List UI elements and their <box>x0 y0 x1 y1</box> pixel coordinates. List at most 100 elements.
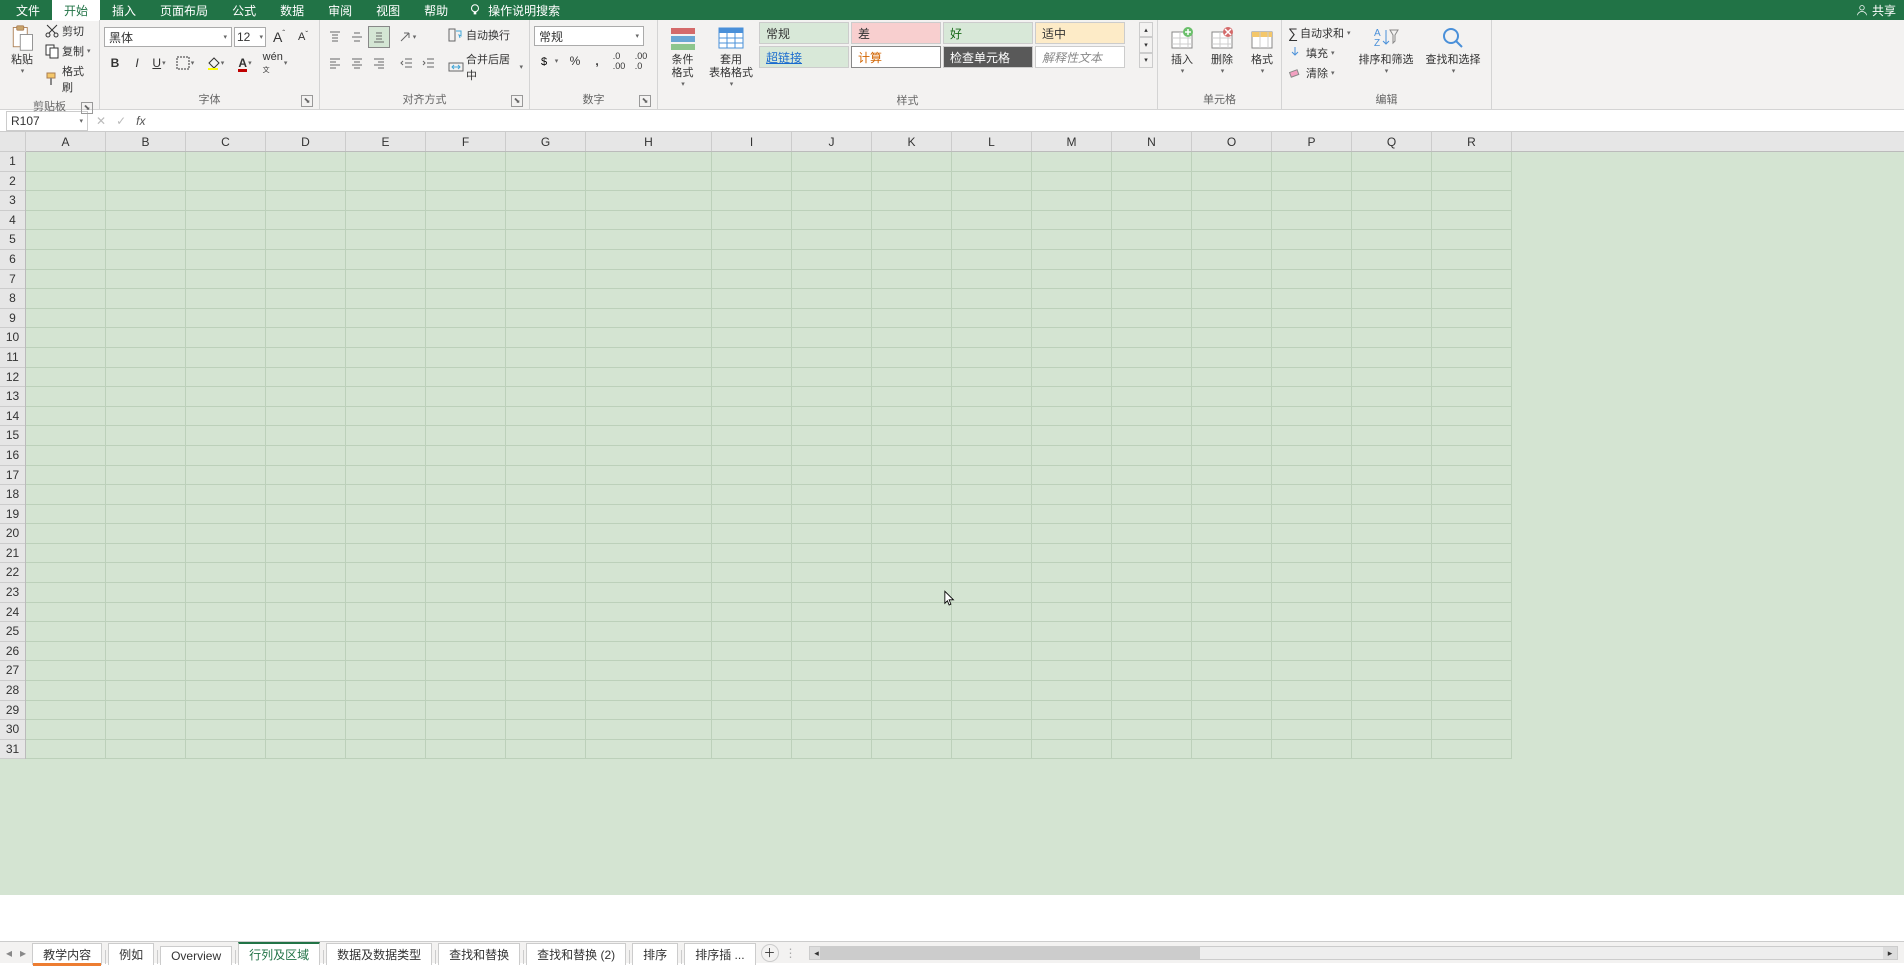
cell[interactable] <box>792 466 872 486</box>
cell[interactable] <box>506 701 586 721</box>
cell[interactable] <box>506 563 586 583</box>
cell[interactable] <box>1032 407 1112 427</box>
cell[interactable] <box>1112 309 1192 329</box>
cell[interactable] <box>426 211 506 231</box>
cell[interactable] <box>952 172 1032 192</box>
cell[interactable] <box>1112 446 1192 466</box>
cell[interactable] <box>26 328 106 348</box>
cell[interactable] <box>426 426 506 446</box>
cell[interactable] <box>792 446 872 466</box>
cell[interactable] <box>586 720 712 740</box>
cell[interactable] <box>106 250 186 270</box>
cell[interactable] <box>586 485 712 505</box>
cell[interactable] <box>792 191 872 211</box>
cell[interactable] <box>26 446 106 466</box>
cell[interactable] <box>952 466 1032 486</box>
cell[interactable] <box>506 289 586 309</box>
cell[interactable] <box>266 563 346 583</box>
cell[interactable] <box>792 720 872 740</box>
cell[interactable] <box>1112 407 1192 427</box>
chevron-up-icon[interactable]: ▴ <box>1139 22 1153 37</box>
cell[interactable] <box>586 172 712 192</box>
cell[interactable] <box>426 583 506 603</box>
select-all-corner[interactable] <box>0 132 26 152</box>
cell[interactable] <box>106 426 186 446</box>
cell[interactable] <box>1352 250 1432 270</box>
cell[interactable] <box>1272 622 1352 642</box>
row-header[interactable]: 21 <box>0 544 25 564</box>
row-header[interactable]: 1 <box>0 152 25 172</box>
cell[interactable] <box>1112 505 1192 525</box>
cell[interactable] <box>872 446 952 466</box>
cell[interactable] <box>1272 191 1352 211</box>
fill-button[interactable]: 填充▾ <box>1286 44 1353 62</box>
cell[interactable] <box>712 152 792 172</box>
cell[interactable] <box>1032 583 1112 603</box>
accounting-format-button[interactable]: $▾ <box>534 50 564 72</box>
new-sheet-button[interactable]: ＋ <box>761 944 779 962</box>
cell[interactable] <box>1032 289 1112 309</box>
cell[interactable] <box>426 191 506 211</box>
cell[interactable] <box>106 328 186 348</box>
align-top-button[interactable] <box>324 26 346 48</box>
cell[interactable] <box>1192 368 1272 388</box>
cell[interactable] <box>1432 642 1512 662</box>
cell[interactable] <box>1352 720 1432 740</box>
sheet-tab-8[interactable]: 排序插 ... <box>684 943 755 965</box>
cell[interactable] <box>872 466 952 486</box>
cell[interactable] <box>26 348 106 368</box>
cell[interactable] <box>426 466 506 486</box>
cell[interactable] <box>106 230 186 250</box>
cell[interactable] <box>712 270 792 290</box>
cell[interactable] <box>1192 426 1272 446</box>
cell[interactable] <box>586 368 712 388</box>
cell[interactable] <box>952 505 1032 525</box>
cell[interactable] <box>952 289 1032 309</box>
cell[interactable] <box>1192 172 1272 192</box>
cell[interactable] <box>1032 661 1112 681</box>
cell[interactable] <box>1432 211 1512 231</box>
menu-tab-6[interactable]: 审阅 <box>316 0 364 21</box>
dialog-launcher-icon[interactable]: ⬊ <box>639 95 651 107</box>
cell[interactable] <box>1272 152 1352 172</box>
cell[interactable] <box>792 583 872 603</box>
cell[interactable] <box>792 544 872 564</box>
chevron-down-icon[interactable]: ▾ <box>1139 37 1153 52</box>
cell[interactable] <box>1032 466 1112 486</box>
cell[interactable] <box>186 466 266 486</box>
cell[interactable] <box>1032 172 1112 192</box>
cell[interactable] <box>106 446 186 466</box>
cell[interactable] <box>586 328 712 348</box>
cell[interactable] <box>586 661 712 681</box>
sheet-tab-2[interactable]: Overview <box>160 946 232 965</box>
cell[interactable] <box>712 720 792 740</box>
cell[interactable] <box>1032 368 1112 388</box>
cell[interactable] <box>266 446 346 466</box>
cell[interactable] <box>952 348 1032 368</box>
cell[interactable] <box>106 289 186 309</box>
cell[interactable] <box>712 328 792 348</box>
cell[interactable] <box>952 603 1032 623</box>
cell[interactable] <box>266 328 346 348</box>
cells-area[interactable] <box>26 152 1904 895</box>
cell[interactable] <box>586 270 712 290</box>
cell[interactable] <box>1032 485 1112 505</box>
cell[interactable] <box>1272 642 1352 662</box>
cell[interactable] <box>586 348 712 368</box>
cell[interactable] <box>586 622 712 642</box>
cell[interactable] <box>1192 230 1272 250</box>
cell[interactable] <box>952 426 1032 446</box>
cell[interactable] <box>346 466 426 486</box>
cell[interactable] <box>426 681 506 701</box>
cell[interactable] <box>1352 407 1432 427</box>
cell[interactable] <box>1112 544 1192 564</box>
column-header[interactable]: R <box>1432 132 1512 151</box>
cell[interactable] <box>346 524 426 544</box>
cell[interactable] <box>952 661 1032 681</box>
format-painter-button[interactable]: 格式刷 <box>42 62 95 96</box>
cell[interactable] <box>1352 368 1432 388</box>
cell[interactable] <box>186 191 266 211</box>
cell[interactable] <box>586 230 712 250</box>
row-header[interactable]: 28 <box>0 681 25 701</box>
cell[interactable] <box>1112 211 1192 231</box>
